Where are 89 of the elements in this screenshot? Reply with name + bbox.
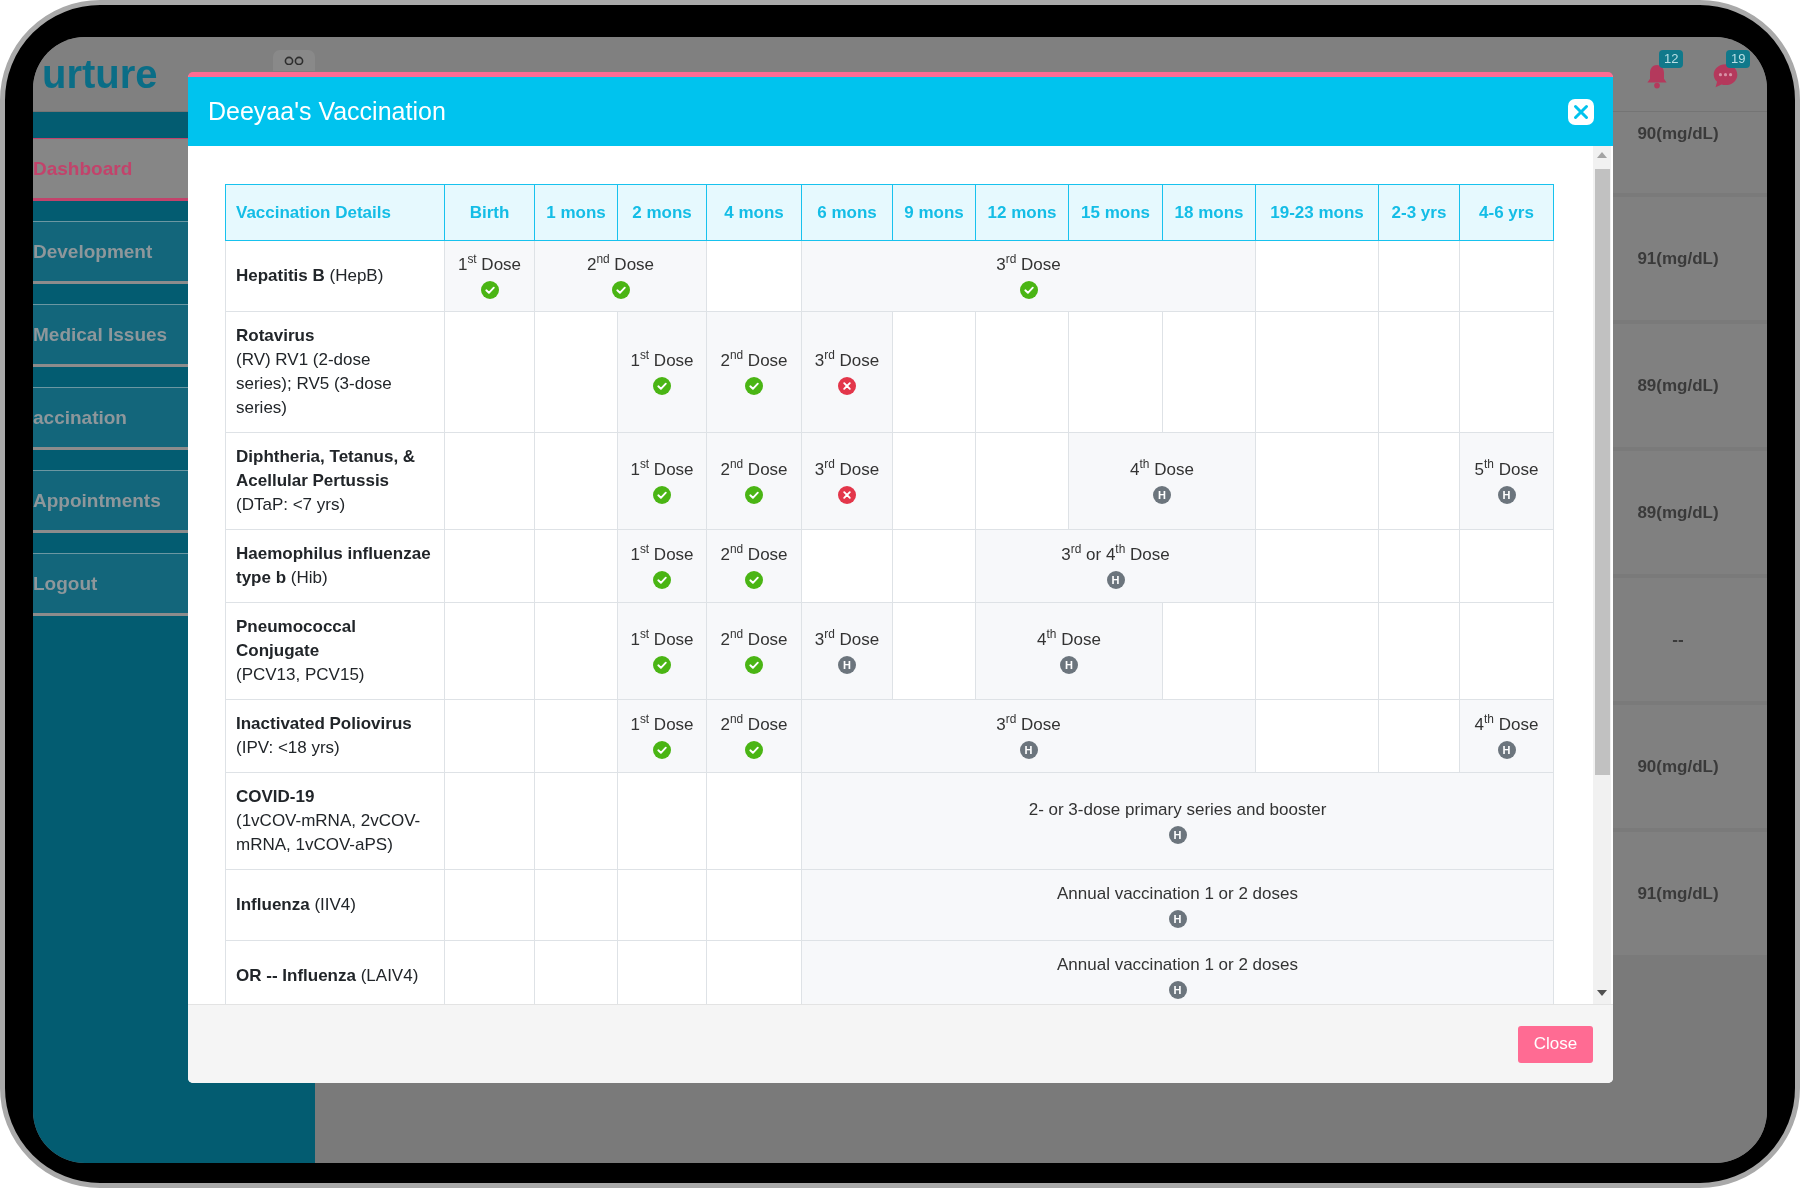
column-header: 9 mons — [892, 184, 976, 241]
scrollbar-thumb[interactable] — [1594, 169, 1610, 775]
bell-icon[interactable] — [1645, 62, 1669, 90]
close-button[interactable]: Close — [1518, 1025, 1593, 1063]
reading-value: 90(mg/dL) — [1637, 755, 1719, 778]
column-header: 12 mons — [975, 184, 1069, 241]
h-badge: H — [1106, 571, 1125, 589]
vaccine-detail: (1vCOV-mRNA, 2vCOV-mRNA, 1vCOV-aPS) — [236, 810, 422, 856]
close-icon[interactable] — [1568, 98, 1594, 125]
column-header: 4 mons — [706, 184, 802, 241]
vaccine-detail: (RV) RV1 (2-dose series); RV5 (3-dose series) — [236, 349, 393, 419]
down-arrow-icon[interactable] — [1597, 990, 1607, 996]
dose-label: 3$^{rd}$ Dose — [814, 458, 880, 481]
column-header: 2 mons — [617, 184, 707, 241]
dose-label: 2$^{nd}$ Dose — [586, 253, 655, 276]
sidebar-item[interactable]: Development — [33, 221, 188, 284]
dose-label: 2- or 3-dose primary series and booster — [1028, 799, 1327, 821]
dialog-title: Deeyaa's Vaccination — [208, 97, 446, 126]
vaccine-name: Pneumococcal Conjugate — [236, 616, 357, 662]
vaccine-name: OR -- Influenza (LAIV4) — [236, 965, 419, 987]
column-header: 6 mons — [801, 184, 893, 241]
dose-label: 2$^{nd}$ Dose — [720, 713, 788, 736]
column-header: Vaccination Details — [225, 184, 445, 241]
h-badge: H — [1497, 486, 1516, 504]
dose-label: 4$^{th}$ Dose — [1474, 713, 1539, 736]
h-badge: H — [1497, 741, 1516, 759]
dose-label: Annual vaccination 1 or 2 doses — [1057, 954, 1298, 976]
h-badge: H — [1060, 656, 1078, 674]
column-header: Birth — [444, 184, 535, 241]
logo-text: urture — [42, 54, 158, 94]
reading-value: -- — [1672, 628, 1684, 651]
dose-label: 1$^{st}$ Dose — [630, 628, 694, 651]
vaccine-detail: (PCV13, PCV15) — [236, 664, 365, 686]
chat-bubble-icon[interactable] — [1712, 63, 1739, 89]
dose-label: 1$^{st}$ Dose — [457, 253, 522, 276]
dose-label: 2$^{nd}$ Dose — [720, 458, 788, 481]
dose-label: 1$^{st}$ Dose — [630, 543, 694, 566]
reading-value: 91(mg/dL) — [1637, 247, 1719, 270]
reading-value: 91(mg/dL) — [1637, 882, 1719, 905]
h-badge: H — [1153, 486, 1171, 504]
vaccine-name: COVID-19 — [236, 786, 315, 808]
dose-label: 3$^{rd}$ Dose — [996, 253, 1061, 276]
dose-label: 2$^{nd}$ Dose — [720, 628, 788, 651]
sidebar-item[interactable]: accination — [33, 387, 188, 450]
h-badge: H — [1168, 981, 1187, 999]
vaccine-detail: (IPV: <18 yrs) — [236, 737, 340, 759]
sidebar-item[interactable]: Logout — [33, 553, 188, 616]
h-badge: H — [838, 656, 856, 674]
up-arrow-icon[interactable] — [1597, 152, 1607, 158]
vaccine-name: Rotavirus — [236, 325, 315, 347]
column-header: 2-3 yrs — [1378, 184, 1460, 241]
vaccine-name: Influenza (IIV4) — [236, 894, 356, 916]
dose-label: 2$^{nd}$ Dose — [720, 349, 788, 372]
dose-label: 1$^{st}$ Dose — [630, 458, 694, 481]
notification-badge: 12 — [1659, 50, 1684, 68]
h-badge: H — [1168, 910, 1187, 928]
column-header: 1 mons — [534, 184, 618, 241]
dose-label: 5$^{th}$ Dose — [1474, 458, 1539, 481]
dose-label: 3$^{rd}$ Dose — [996, 713, 1061, 736]
vaccine-name: Diphtheria, Tetanus, & Acellular Pertussis — [236, 446, 417, 492]
dose-label: 4$^{th}$ Dose — [1037, 628, 1101, 651]
column-header: 19-23 mons — [1255, 184, 1379, 241]
reading-value: 89(mg/dL) — [1637, 501, 1719, 524]
dose-label: 4$^{th}$ Dose — [1130, 458, 1194, 481]
scrollbar[interactable] — [1593, 146, 1611, 1004]
dose-label: 3$^{rd}$ Dose — [814, 628, 880, 651]
message-badge: 19 — [1726, 50, 1751, 68]
header-button[interactable] — [272, 50, 315, 71]
column-header: 18 mons — [1162, 184, 1256, 241]
dose-label: 1$^{st}$ Dose — [630, 349, 694, 372]
vaccine-name: Haemophilus influenzae type b (Hib) — [236, 543, 432, 589]
dose-label: 1$^{st}$ Dose — [630, 713, 694, 736]
column-header: 4-6 yrs — [1459, 184, 1554, 241]
dose-label: 3$^{rd}$ or 4$^{th}$ Dose — [1061, 543, 1170, 566]
dose-label: Annual vaccination 1 or 2 doses — [1057, 883, 1298, 905]
vaccine-name: Hepatitis B (HepB) — [236, 265, 384, 287]
sidebar-item[interactable]: Medical Issues — [33, 304, 188, 367]
reading-value: 89(mg/dL) — [1637, 374, 1719, 397]
vaccine-detail: (DTaP: <7 yrs) — [236, 494, 346, 516]
sidebar-item[interactable]: Appointments — [33, 470, 188, 533]
sidebar-item[interactable]: Dashboard — [33, 138, 188, 201]
vaccine-name: Inactivated Poliovirus — [236, 713, 412, 735]
column-header: 15 mons — [1068, 184, 1163, 241]
h-badge: H — [1168, 826, 1187, 844]
reading-value: 90(mg/dL) — [1637, 123, 1719, 145]
rings-icon — [283, 56, 304, 65]
dose-label: 2$^{nd}$ Dose — [720, 543, 788, 566]
h-badge: H — [1019, 741, 1038, 759]
dose-label: 3$^{rd}$ Dose — [814, 349, 880, 372]
